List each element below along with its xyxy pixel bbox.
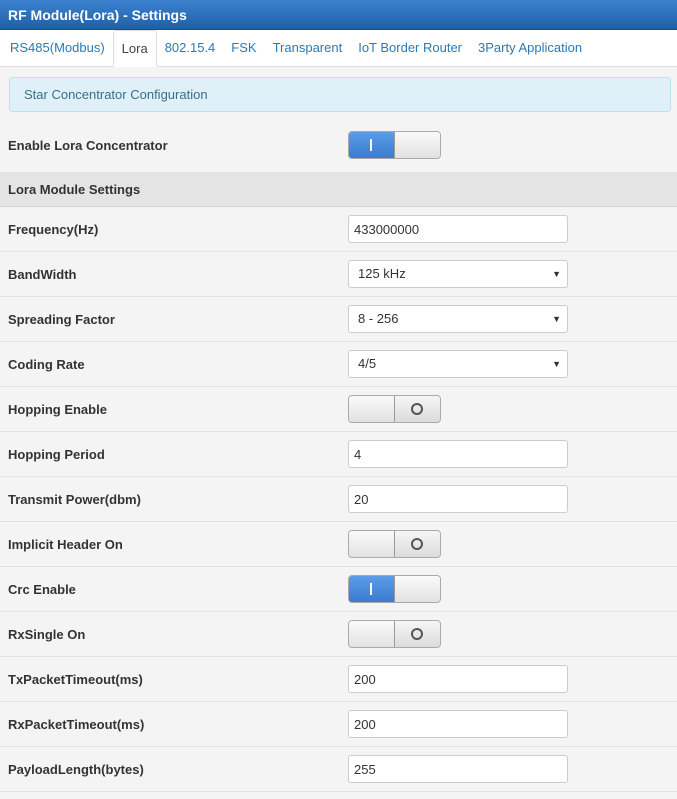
- field-label: Frequency(Hz): [8, 221, 99, 237]
- enable-concentrator-row: Enable Lora Concentrator: [0, 118, 677, 172]
- spreading-factor-select[interactable]: 8 - 256 ▼: [348, 305, 568, 333]
- implicit-header-toggle[interactable]: [348, 530, 441, 558]
- coding-rate-select[interactable]: 4/5 ▼: [348, 350, 568, 378]
- field-label: Implicit Header On: [8, 536, 123, 552]
- circle-icon: [411, 628, 424, 640]
- hopping-period-row: Hopping Period: [0, 432, 677, 477]
- enable-concentrator-toggle[interactable]: [348, 131, 441, 159]
- tx-packet-timeout-input[interactable]: [348, 665, 568, 693]
- field-label: Hopping Period: [8, 446, 105, 462]
- info-alert: Star Concentrator Configuration: [9, 77, 671, 112]
- tab-3party-application[interactable]: 3Party Application: [470, 30, 590, 66]
- rx-single-toggle[interactable]: [348, 620, 441, 648]
- field-label: Enable Lora Concentrator: [8, 137, 168, 153]
- rx-single-row: RxSingle On: [0, 612, 677, 657]
- hopping-enable-row: Hopping Enable: [0, 387, 677, 432]
- tab-lora[interactable]: Lora: [112, 30, 157, 67]
- tab-bar: RS485(Modbus) Lora 802.15.4 FSK Transpar…: [0, 30, 677, 67]
- caret-down-icon: ▼: [552, 314, 561, 324]
- field-label: BandWidth: [8, 266, 77, 282]
- select-value: 125 kHz: [358, 266, 406, 281]
- caret-down-icon: ▼: [552, 359, 561, 369]
- field-label: Coding Rate: [8, 356, 85, 372]
- crc-enable-toggle[interactable]: [348, 575, 441, 603]
- frequency-input[interactable]: [348, 215, 568, 243]
- field-label: Crc Enable: [8, 581, 76, 597]
- field-label: Hopping Enable: [8, 401, 107, 417]
- transmit-power-row: Transmit Power(dbm): [0, 477, 677, 522]
- frequency-row: Frequency(Hz): [0, 207, 677, 252]
- select-value: 4/5: [358, 356, 377, 371]
- rx-packet-timeout-input[interactable]: [348, 710, 568, 738]
- settings-content: Star Concentrator Configuration Enable L…: [0, 77, 677, 792]
- caret-down-icon: ▼: [552, 269, 561, 279]
- window-title: RF Module(Lora) - Settings: [0, 0, 677, 30]
- select-value: 8 - 256: [358, 311, 399, 326]
- crc-enable-row: Crc Enable: [0, 567, 677, 612]
- field-label: PayloadLength(bytes): [8, 761, 144, 777]
- field-label: RxPacketTimeout(ms): [8, 716, 145, 732]
- tab-802-15-4[interactable]: 802.15.4: [157, 30, 224, 66]
- field-label: Spreading Factor: [8, 311, 115, 327]
- circle-icon: [411, 403, 424, 415]
- payload-length-input[interactable]: [348, 755, 568, 783]
- transmit-power-input[interactable]: [348, 485, 568, 513]
- tab-transparent[interactable]: Transparent: [265, 30, 351, 66]
- field-label: RxSingle On: [8, 626, 86, 642]
- section-header: Lora Module Settings: [0, 172, 677, 207]
- hopping-period-input[interactable]: [348, 440, 568, 468]
- tab-iot-border-router[interactable]: IoT Border Router: [350, 30, 470, 66]
- spreading-factor-row: Spreading Factor 8 - 256 ▼: [0, 297, 677, 342]
- tab-fsk[interactable]: FSK: [223, 30, 264, 66]
- implicit-header-row: Implicit Header On: [0, 522, 677, 567]
- tab-rs485-modbus[interactable]: RS485(Modbus): [2, 30, 113, 66]
- bar-icon: [370, 139, 373, 151]
- payload-length-row: PayloadLength(bytes): [0, 747, 677, 792]
- field-label: Transmit Power(dbm): [8, 491, 141, 507]
- rx-packet-timeout-row: RxPacketTimeout(ms): [0, 702, 677, 747]
- field-label: TxPacketTimeout(ms): [8, 671, 143, 687]
- hopping-enable-toggle[interactable]: [348, 395, 441, 423]
- bandwidth-row: BandWidth 125 kHz ▼: [0, 252, 677, 297]
- bandwidth-select[interactable]: 125 kHz ▼: [348, 260, 568, 288]
- circle-icon: [411, 538, 424, 550]
- tx-packet-timeout-row: TxPacketTimeout(ms): [0, 657, 677, 702]
- bar-icon: [370, 583, 373, 595]
- coding-rate-row: Coding Rate 4/5 ▼: [0, 342, 677, 387]
